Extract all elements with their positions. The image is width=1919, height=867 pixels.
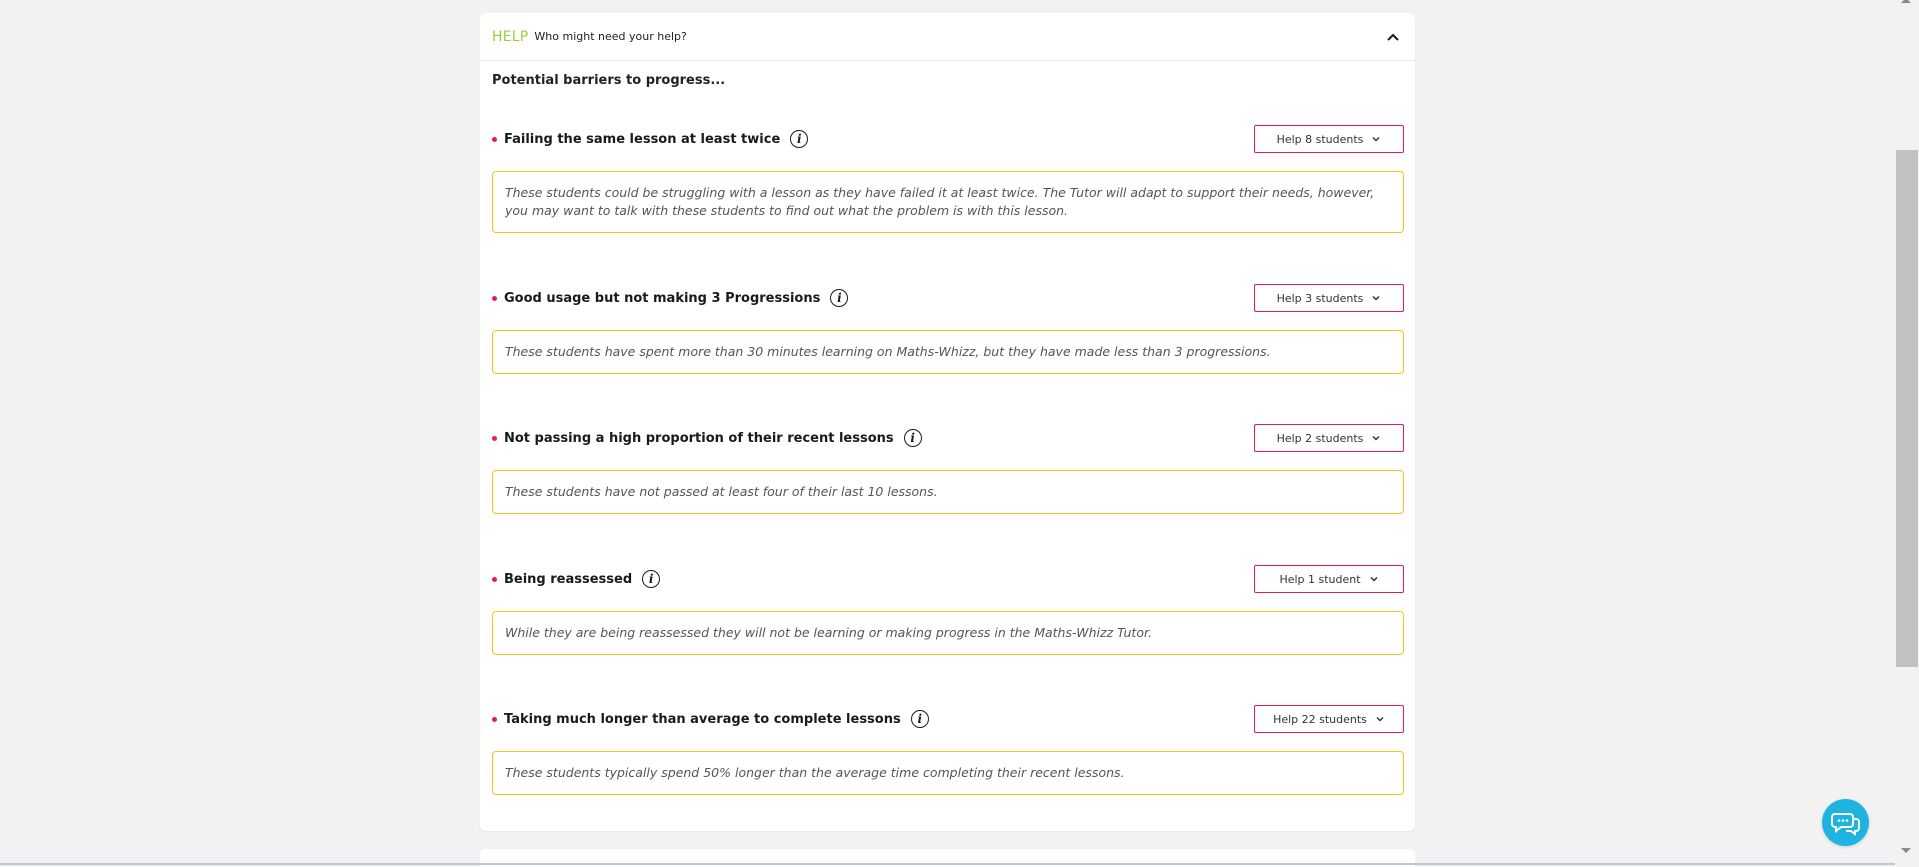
barrier-title: Good usage but not making 3 Progressions — [504, 290, 821, 306]
bullet-icon — [492, 296, 497, 301]
scroll-up-icon[interactable] — [1901, 0, 1911, 3]
help-button-label: Help 8 students — [1276, 132, 1364, 146]
barrier-title: Taking much longer than average to compl… — [504, 711, 901, 727]
barrier-item: Not passing a high proportion of their r… — [492, 424, 1404, 514]
bullet-icon — [492, 717, 497, 722]
chat-bubbles-icon — [1830, 812, 1860, 836]
barrier-title: Failing the same lesson at least twice — [504, 131, 781, 147]
chevron-down-icon — [1372, 136, 1380, 142]
help-students-button[interactable]: Help 22 students — [1254, 705, 1404, 733]
bullet-icon — [492, 436, 497, 441]
info-icon[interactable]: i — [910, 710, 929, 728]
help-panel-title: Who might need your help? — [534, 30, 687, 43]
barrier-title: Being reassessed — [504, 571, 633, 587]
chevron-up-icon — [1387, 33, 1399, 41]
help-students-button[interactable]: Help 2 students — [1254, 424, 1404, 452]
barrier-item: Taking much longer than average to compl… — [492, 705, 1404, 795]
scroll-down-icon[interactable] — [1901, 848, 1911, 853]
info-icon[interactable]: i — [830, 289, 849, 307]
barrier-item: Being reassessed i Help 1 student While … — [492, 565, 1404, 655]
info-icon[interactable]: i — [790, 130, 809, 148]
barrier-description: These students could be struggling with … — [492, 171, 1404, 233]
barrier-description: These students typically spend 50% longe… — [492, 751, 1404, 795]
bullet-icon — [492, 577, 497, 582]
window-divider — [0, 863, 1919, 865]
barrier-description: These students have not passed at least … — [492, 470, 1404, 514]
chevron-down-icon — [1376, 716, 1384, 722]
barrier-title: Not passing a high proportion of their r… — [504, 430, 894, 446]
chat-button[interactable] — [1822, 799, 1869, 846]
help-button-label: Help 22 students — [1273, 712, 1367, 726]
help-button-label: Help 1 student — [1279, 572, 1361, 586]
collapse-button[interactable] — [1383, 27, 1403, 47]
barrier-item: Failing the same lesson at least twice i… — [492, 125, 1404, 233]
info-icon[interactable]: i — [903, 429, 922, 447]
help-panel-header[interactable]: HELP Who might need your help? — [480, 13, 1415, 61]
help-tag: HELP — [492, 28, 529, 45]
info-icon[interactable]: i — [642, 570, 661, 588]
chevron-down-icon — [1370, 576, 1378, 582]
page: HELP Who might need your help? Potential… — [0, 0, 1919, 867]
intro-text: Potential barriers to progress... — [492, 73, 726, 88]
scrollbar-thumb[interactable] — [1896, 150, 1918, 667]
help-button-label: Help 2 students — [1276, 431, 1364, 445]
help-students-button[interactable]: Help 1 student — [1254, 565, 1404, 593]
chevron-down-icon — [1372, 435, 1380, 441]
chevron-down-icon — [1372, 295, 1380, 301]
barrier-description: These students have spent more than 30 m… — [492, 330, 1404, 374]
barrier-item: Good usage but not making 3 Progressions… — [492, 284, 1404, 374]
help-button-label: Help 3 students — [1276, 291, 1364, 305]
help-students-button[interactable]: Help 8 students — [1254, 125, 1404, 153]
barrier-description: While they are being reassessed they wil… — [492, 611, 1404, 655]
bullet-icon — [492, 137, 497, 142]
help-panel: HELP Who might need your help? Potential… — [480, 13, 1415, 831]
help-students-button[interactable]: Help 3 students — [1254, 284, 1404, 312]
